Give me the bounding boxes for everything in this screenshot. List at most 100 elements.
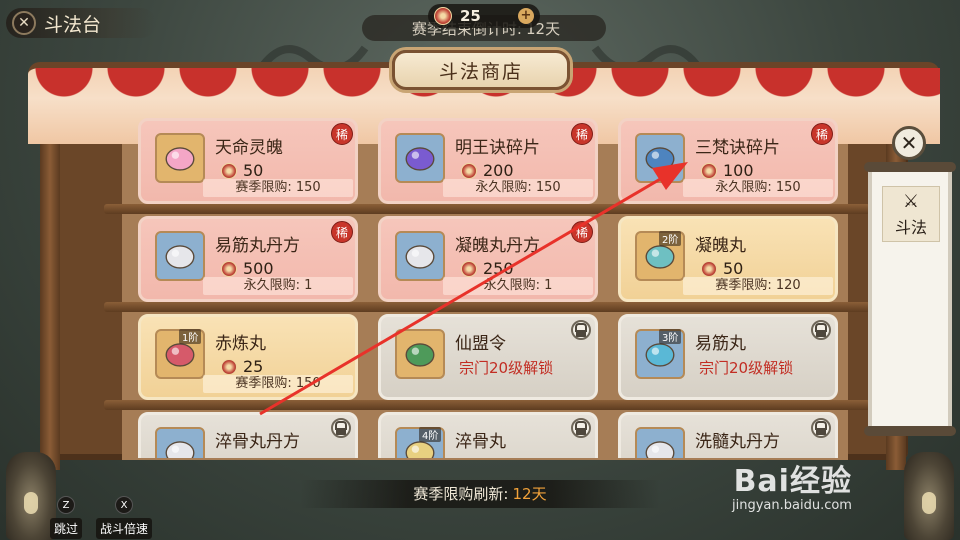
- refresh-label: 赛季限购刷新:: [413, 485, 509, 503]
- item-price: 50: [701, 259, 743, 278]
- skip-key: Z: [57, 496, 75, 514]
- lantern-right: [904, 452, 954, 540]
- currency-amount: 25: [460, 7, 481, 25]
- refresh-info: 赛季限购刷新: 12天: [300, 480, 660, 508]
- watermark-brand: Bai经验: [733, 464, 852, 499]
- item-price-value: 50: [243, 161, 264, 180]
- alliance-token-icon: [395, 329, 445, 379]
- recipe-scroll-icon: [635, 427, 685, 458]
- rare-badge: 稀: [571, 221, 593, 243]
- speed-label: 战斗倍速: [96, 518, 153, 539]
- battle-speed-button[interactable]: X 战斗倍速: [96, 496, 153, 539]
- currency-display: 25 +: [428, 4, 540, 28]
- shop-item-card[interactable]: 4阶 淬骨丸: [378, 412, 598, 458]
- recipe-scroll-icon: [155, 427, 205, 458]
- shop-item-card[interactable]: 易筋丸丹方 500 永久限购: 1 稀: [138, 216, 358, 302]
- doufa-coin-icon: [221, 162, 237, 179]
- purple-scroll-icon: [395, 133, 445, 183]
- item-name: 易筋丸丹方: [215, 236, 300, 256]
- item-price-value: 25: [243, 357, 264, 376]
- lock-icon: [571, 320, 591, 340]
- skip-button[interactable]: Z 跳过: [50, 496, 83, 539]
- purchase-limit: 永久限购: 150: [683, 179, 833, 197]
- doufa-coin-icon: [221, 358, 237, 375]
- tier-label: 4阶: [419, 427, 442, 442]
- doufa-coin-icon: [701, 162, 717, 179]
- item-price: 200: [461, 161, 514, 180]
- purchase-limit: 赛季限购: 150: [203, 179, 353, 197]
- rare-badge: 稀: [571, 123, 593, 145]
- shop-item-card[interactable]: 仙盟令宗门20级解锁: [378, 314, 598, 400]
- shop-item-card[interactable]: 淬骨丸丹方: [138, 412, 358, 458]
- shop-title: 斗法商店: [392, 50, 570, 90]
- crossed-swords-icon: ⚔: [902, 190, 920, 212]
- item-name: 仙盟令: [455, 334, 506, 354]
- speed-key: X: [115, 496, 133, 514]
- shop-item-card[interactable]: 天命灵魄 50 赛季限购: 150 稀: [138, 118, 358, 204]
- item-name: 易筋丸: [695, 334, 746, 354]
- recipe-scroll-icon: [395, 231, 445, 281]
- item-name: 天命灵魄: [215, 138, 283, 158]
- rainbow-crystal-icon: [155, 133, 205, 183]
- item-price: 25: [221, 357, 263, 376]
- shop-item-card[interactable]: 凝魄丸丹方 250 永久限购: 1 稀: [378, 216, 598, 302]
- doufa-tab-button[interactable]: ⚔ 斗法: [882, 186, 940, 242]
- item-price-value: 500: [243, 259, 274, 278]
- close-button[interactable]: ✕: [892, 126, 926, 160]
- rare-badge: 稀: [331, 221, 353, 243]
- item-name: 凝魄丸: [695, 236, 746, 256]
- lantern-left: [6, 452, 56, 540]
- item-price-value: 50: [723, 259, 744, 278]
- item-price: 500: [221, 259, 274, 278]
- rare-badge: 稀: [811, 123, 833, 145]
- tier-label: 3阶: [659, 329, 682, 344]
- baidu-watermark: Bai经验 jingyan.baidu.com: [732, 456, 852, 513]
- unlock-requirement: 宗门20级解锁: [699, 359, 794, 377]
- item-price-value: 200: [483, 161, 514, 180]
- item-name: 淬骨丸丹方: [215, 432, 300, 452]
- purchase-limit: 赛季限购: 120: [683, 277, 833, 295]
- item-name: 凝魄丸丹方: [455, 236, 540, 256]
- blue-scroll-icon: [635, 133, 685, 183]
- item-price: 100: [701, 161, 754, 180]
- item-price: 250: [461, 259, 514, 278]
- add-currency-button[interactable]: +: [518, 8, 534, 24]
- doufa-coin-icon: [701, 260, 717, 277]
- recipe-scroll-icon: [155, 231, 205, 281]
- lock-icon: [331, 418, 351, 438]
- tier-label: 1阶: [179, 329, 202, 344]
- doufa-tab-label: 斗法: [894, 217, 927, 237]
- shop-item-card[interactable]: 洗髓丸丹方: [618, 412, 838, 458]
- refresh-value: 12天: [512, 485, 547, 503]
- purchase-limit: 永久限购: 150: [443, 179, 593, 197]
- item-grid: 天命灵魄 50 赛季限购: 150 稀明王诀碎片 200 永久限购: 150 稀三梵诀碎片 1…: [138, 118, 842, 458]
- unlock-requirement: 宗门20级解锁: [459, 359, 554, 377]
- item-name: 赤炼丸: [215, 334, 266, 354]
- shop-item-card[interactable]: 1阶 赤炼丸 25 赛季限购: 150: [138, 314, 358, 400]
- item-name: 洗髓丸丹方: [695, 432, 780, 452]
- item-name: 淬骨丸: [455, 432, 506, 452]
- item-price-value: 250: [483, 259, 514, 278]
- purchase-limit: 永久限购: 1: [443, 277, 593, 295]
- side-scroll-panel: ⚔ 斗法: [864, 162, 956, 436]
- tier-label: 2阶: [659, 231, 682, 246]
- back-button[interactable]: ✕ 斗法台: [6, 8, 156, 38]
- purchase-limit: 永久限购: 1: [203, 277, 353, 295]
- lock-icon: [571, 418, 591, 438]
- doufa-coin-icon: [434, 7, 452, 25]
- lock-icon: [811, 418, 831, 438]
- close-icon: ✕: [12, 11, 36, 35]
- skip-label: 跳过: [50, 518, 83, 539]
- shop-item-card[interactable]: 明王诀碎片 200 永久限购: 150 稀: [378, 118, 598, 204]
- rare-badge: 稀: [331, 123, 353, 145]
- shop-item-card[interactable]: 三梵诀碎片 100 永久限购: 150 稀: [618, 118, 838, 204]
- shop-item-card[interactable]: 3阶 易筋丸宗门20级解锁: [618, 314, 838, 400]
- item-price-value: 100: [723, 161, 754, 180]
- back-label: 斗法台: [44, 13, 102, 36]
- doufa-coin-icon: [461, 260, 477, 277]
- item-name: 明王诀碎片: [455, 138, 540, 158]
- item-price: 50: [221, 161, 263, 180]
- shop-item-card[interactable]: 2阶 凝魄丸 50 赛季限购: 120: [618, 216, 838, 302]
- doufa-coin-icon: [221, 260, 237, 277]
- purchase-limit: 赛季限购: 150: [203, 375, 353, 393]
